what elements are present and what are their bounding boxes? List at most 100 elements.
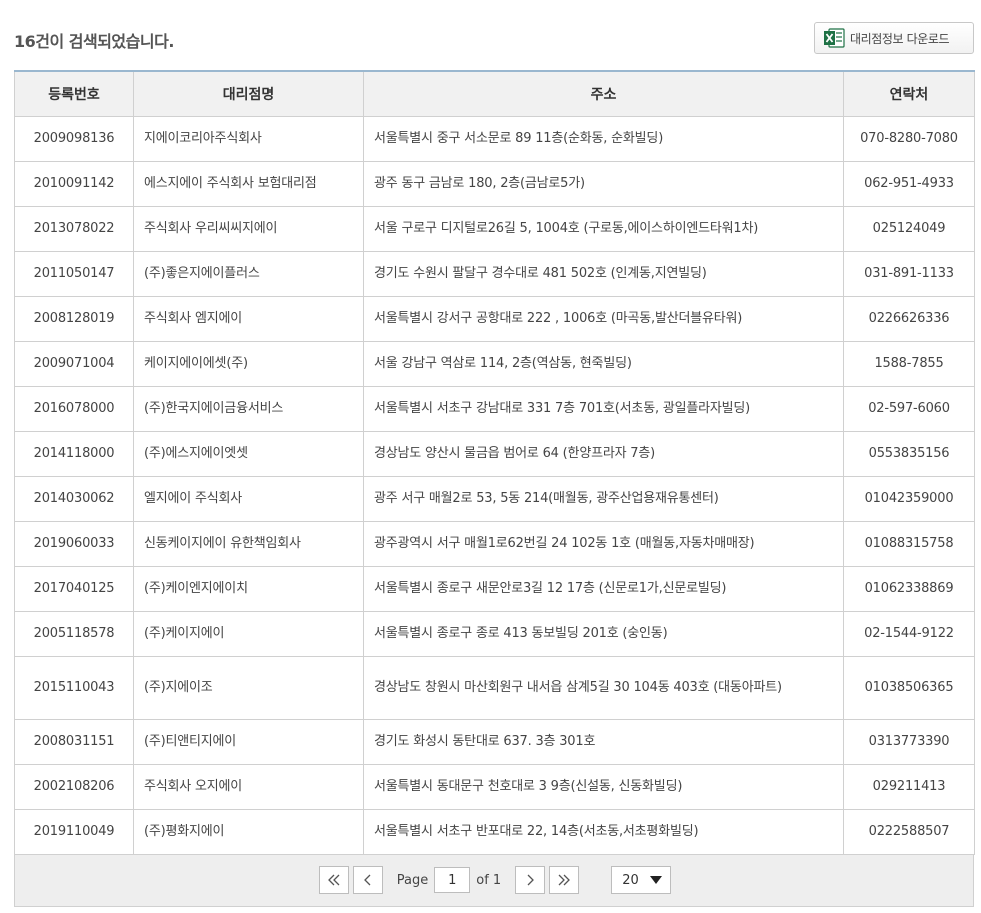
cell-address: 경상남도 창원시 마산회원구 내서읍 삼계5길 30 104동 403호 (대동… <box>363 655 844 720</box>
cell-address: 서울 강남구 역삼로 114, 2층(역삼동, 현죽빌딩) <box>363 340 844 387</box>
cell-agency-name: (주)케이엔지에이치 <box>133 565 364 612</box>
cell-contact: 0553835156 <box>843 430 975 477</box>
download-agency-info-button[interactable]: 대리점정보 다운로드 <box>814 22 974 54</box>
cell-contact: 025124049 <box>843 205 975 252</box>
table-row[interactable]: 2016078000 (주)한국지에이금융서비스 서울특별시 서초구 강남대로 33… <box>14 385 975 432</box>
column-header-agency-name: 대리점명 <box>133 71 364 117</box>
result-header: 16건이 검색되었습니다. 대리점정보 다운로드 <box>14 0 974 70</box>
agency-table: 등록번호 대리점명 주소 연락처 2009098136 지에이코리아주식회사 서울특… <box>14 70 975 855</box>
cell-reg-number: 2015110043 <box>14 655 134 720</box>
result-count: 16건이 검색되었습니다. <box>14 32 174 51</box>
table-row[interactable]: 2019110049 (주)평화지에이 서울특별시 서초구 반포대로 22, 14층… <box>14 808 975 855</box>
cell-agency-name: 주식회사 우리씨씨지에이 <box>133 205 364 252</box>
pagination-bar: Page of 1 20 <box>14 854 974 907</box>
cell-reg-number: 2014030062 <box>14 475 134 522</box>
page-number-input[interactable] <box>434 867 471 893</box>
cell-agency-name: 케이지에이에셋(주) <box>133 340 364 387</box>
column-header-address: 주소 <box>363 71 844 117</box>
cell-contact: 0222588507 <box>843 808 975 855</box>
cell-contact: 031-891-1133 <box>843 250 975 297</box>
cell-agency-name: 주식회사 오지에이 <box>133 763 364 810</box>
cell-reg-number: 2011050147 <box>14 250 134 297</box>
cell-address: 서울특별시 강서구 공항대로 222 , 1006호 (마곡동,발산더블유타워) <box>363 295 844 342</box>
cell-contact: 070-8280-7080 <box>843 115 975 162</box>
cell-contact: 062-951-4933 <box>843 160 975 207</box>
agency-list-panel: 16건이 검색되었습니다. 대리점정보 다운로드 등록번호 대리점명 주소 연락… <box>14 0 975 907</box>
cell-reg-number: 2017040125 <box>14 565 134 612</box>
cell-reg-number: 2019060033 <box>14 520 134 567</box>
cell-address: 경기도 화성시 동탄대로 637. 3층 301호 <box>363 718 844 765</box>
cell-reg-number: 2008128019 <box>14 295 134 342</box>
table-body: 2009098136 지에이코리아주식회사 서울특별시 중구 서소문로 89 11층… <box>14 115 975 855</box>
last-page-button[interactable] <box>549 866 580 894</box>
cell-contact: 01088315758 <box>843 520 975 567</box>
cell-address: 서울 구로구 디지털로26길 5, 1004호 (구로동,에이스하이엔드타워1차… <box>363 205 844 252</box>
table-row[interactable]: 2014118000 (주)에스지에이엣셋 경상남도 양산시 물금읍 범어로 64 … <box>14 430 975 477</box>
cell-address: 서울특별시 종로구 새문안로3길 12 17층 (신문로1가,신문로빌딩) <box>363 565 844 612</box>
cell-contact: 01042359000 <box>843 475 975 522</box>
table-row[interactable]: 2014030062 엘지에이 주식회사 광주 서구 매월2로 53, 5동 214… <box>14 475 975 522</box>
first-page-button[interactable] <box>318 866 349 894</box>
table-row[interactable]: 2013078022 주식회사 우리씨씨지에이 서울 구로구 디지털로26길 5, … <box>14 205 975 252</box>
cell-contact: 0313773390 <box>843 718 975 765</box>
cell-agency-name: (주)좋은지에이플러스 <box>133 250 364 297</box>
cell-reg-number: 2016078000 <box>14 385 134 432</box>
cell-address: 서울특별시 서초구 반포대로 22, 14층(서초동,서초평화빌딩) <box>363 808 844 855</box>
cell-address: 경기도 수원시 팔달구 경수대로 481 502호 (인계동,지연빌딩) <box>363 250 844 297</box>
cell-contact: 0226626336 <box>843 295 975 342</box>
cell-address: 광주 서구 매월2로 53, 5동 214(매월동, 광주산업용재유통센터) <box>363 475 844 522</box>
cell-address: 광주광역시 서구 매월1로62번길 24 102동 1호 (매월동,자동차매매장… <box>363 520 844 567</box>
cell-reg-number: 2008031151 <box>14 718 134 765</box>
cell-agency-name: (주)케이지에이 <box>133 610 364 657</box>
cell-contact: 1588-7855 <box>843 340 975 387</box>
cell-reg-number: 2010091142 <box>14 160 134 207</box>
first-page-icon <box>327 874 340 886</box>
cell-address: 서울특별시 동대문구 천호대로 3 9층(신설동, 신동화빌딩) <box>363 763 844 810</box>
cell-reg-number: 2014118000 <box>14 430 134 477</box>
column-header-reg-number: 등록번호 <box>14 71 134 117</box>
page-size-value: 20 <box>622 872 639 888</box>
cell-address: 광주 동구 금남로 180, 2층(금남로5가) <box>363 160 844 207</box>
cell-agency-name: 주식회사 엠지에이 <box>133 295 364 342</box>
table-row[interactable]: 2019060033 신동케이지에이 유한책임회사 광주광역시 서구 매월1로62번… <box>14 520 975 567</box>
table-row[interactable]: 2008128019 주식회사 엠지에이 서울특별시 강서구 공항대로 222 , … <box>14 295 975 342</box>
cell-address: 경상남도 양산시 물금읍 범어로 64 (한양프라자 7층) <box>363 430 844 477</box>
dropdown-caret-icon <box>650 876 663 884</box>
table-row[interactable]: 2011050147 (주)좋은지에이플러스 경기도 수원시 팔달구 경수대로 48… <box>14 250 975 297</box>
next-page-icon <box>527 874 535 886</box>
table-row[interactable]: 2008031151 (주)티앤티지에이 경기도 화성시 동탄대로 637. 3층 … <box>14 718 975 765</box>
cell-contact: 02-1544-9122 <box>843 610 975 657</box>
cell-agency-name: 신동케이지에이 유한책임회사 <box>133 520 364 567</box>
table-row[interactable]: 2017040125 (주)케이엔지에이치 서울특별시 종로구 새문안로3길 12 … <box>14 565 975 612</box>
cell-agency-name: 에스지에이 주식회사 보험대리점 <box>133 160 364 207</box>
last-page-icon <box>558 874 571 886</box>
cell-agency-name: (주)티앤티지에이 <box>133 718 364 765</box>
cell-agency-name: 엘지에이 주식회사 <box>133 475 364 522</box>
table-row[interactable]: 2010091142 에스지에이 주식회사 보험대리점 광주 동구 금남로 180,… <box>14 160 975 207</box>
page-total-label: of 1 <box>476 872 502 888</box>
cell-address: 서울특별시 서초구 강남대로 331 7층 701호(서초동, 광일플라자빌딩) <box>363 385 844 432</box>
table-row[interactable]: 2015110043 (주)지에이조 경상남도 창원시 마산회원구 내서읍 삼계5길… <box>14 655 975 720</box>
cell-reg-number: 2009098136 <box>14 115 134 162</box>
page-size-select[interactable]: 20 <box>611 866 672 894</box>
table-row[interactable]: 2009098136 지에이코리아주식회사 서울특별시 중구 서소문로 89 11층… <box>14 115 975 162</box>
table-row[interactable]: 2009071004 케이지에이에셋(주) 서울 강남구 역삼로 114, 2층(역… <box>14 340 975 387</box>
cell-reg-number: 2019110049 <box>14 808 134 855</box>
cell-contact: 01038506365 <box>843 655 975 720</box>
table-row[interactable]: 2005118578 (주)케이지에이 서울특별시 종로구 종로 413 동보빌딩 … <box>14 610 975 657</box>
prev-page-button[interactable] <box>352 866 383 894</box>
download-button-label: 대리점정보 다운로드 <box>850 31 950 46</box>
cell-contact: 02-597-6060 <box>843 385 975 432</box>
table-header-row: 등록번호 대리점명 주소 연락처 <box>14 71 975 117</box>
table-row[interactable]: 2002108206 주식회사 오지에이 서울특별시 동대문구 천호대로 3 9층(… <box>14 763 975 810</box>
cell-address: 서울특별시 중구 서소문로 89 11층(순화동, 순화빌딩) <box>363 115 844 162</box>
page-label: Page <box>396 872 429 888</box>
next-page-button[interactable] <box>515 866 546 894</box>
cell-reg-number: 2005118578 <box>14 610 134 657</box>
cell-reg-number: 2013078022 <box>14 205 134 252</box>
cell-contact: 029211413 <box>843 763 975 810</box>
cell-agency-name: (주)지에이조 <box>133 655 364 720</box>
cell-address: 서울특별시 종로구 종로 413 동보빌딩 201호 (숭인동) <box>363 610 844 657</box>
cell-agency-name: (주)에스지에이엣셋 <box>133 430 364 477</box>
cell-reg-number: 2009071004 <box>14 340 134 387</box>
